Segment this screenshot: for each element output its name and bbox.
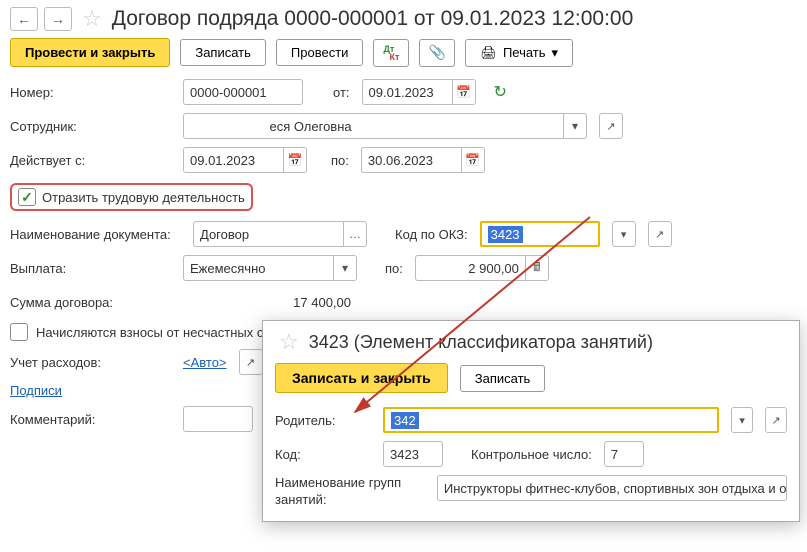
popup-save-button[interactable]: Записать — [460, 365, 546, 392]
row-docname: Наименование документа: Договор … Код по… — [0, 217, 807, 251]
from-label: от: — [329, 85, 354, 100]
popup-row-name: Наименование групп занятий: Инструкторы … — [263, 471, 799, 521]
favorite-star-icon[interactable]: ☆ — [82, 6, 102, 32]
account-open-button[interactable]: ↗ — [239, 349, 263, 375]
calendar-icon[interactable]: 📅 — [461, 147, 485, 173]
nav-forward-button[interactable]: → — [44, 7, 72, 31]
comment-label: Комментарий: — [10, 412, 175, 427]
docname-label: Наименование документа: — [10, 227, 185, 242]
employee-field[interactable]: еся Олеговна — [183, 113, 563, 139]
row-number: Номер: 0000-000001 от: 09.01.2023 📅 ↻ — [0, 75, 807, 109]
post-and-close-button[interactable]: Провести и закрыть — [10, 38, 170, 67]
popup-toolbar: Записать и закрыть Записать — [263, 359, 799, 403]
reflect-activity-checkbox[interactable]: ✓ — [18, 188, 36, 206]
valid-to-group: 30.06.2023 📅 — [361, 147, 485, 173]
payment-label: Выплата: — [10, 261, 175, 276]
popup-code-field[interactable]: 3423 — [383, 441, 443, 467]
save-button[interactable]: Записать — [180, 39, 266, 66]
popup-parent-dropdown[interactable]: ▾ — [731, 407, 753, 433]
account-link[interactable]: <Авто> — [183, 355, 227, 370]
popup-row-code: Код: 3423 Контрольное число: 7 — [263, 437, 799, 471]
popup-check-field[interactable]: 7 — [604, 441, 644, 467]
printer-icon: 🖨 — [480, 45, 497, 61]
valid-from-field[interactable]: 09.01.2023 — [183, 147, 283, 173]
page-title: Договор подряда 0000-000001 от 09.01.202… — [112, 7, 634, 31]
dtkt-icon: ДтКт — [383, 45, 399, 61]
amount-group: 2 900,00 🖩 — [415, 255, 549, 281]
accident-checkbox[interactable]: ✓ — [10, 323, 28, 341]
refresh-icon[interactable]: ↻ — [494, 82, 507, 102]
favorite-star-icon[interactable]: ☆ — [279, 329, 299, 355]
chevron-down-icon[interactable]: ▾ — [333, 255, 357, 281]
open-employee-button[interactable]: ↗ — [599, 113, 623, 139]
popup-check-label: Контрольное число: — [467, 447, 596, 462]
print-button[interactable]: 🖨 Печать ▾ — [465, 39, 573, 67]
nav-back-button[interactable]: ← — [10, 7, 38, 31]
total-value: 17 400,00 — [183, 289, 357, 315]
popup-title: 3423 (Элемент классификатора занятий) — [309, 332, 653, 353]
okz-open-button[interactable]: ↗ — [648, 221, 672, 247]
okz-element-dialog: ☆ 3423 (Элемент классификатора занятий) … — [262, 320, 800, 522]
row-valid: Действует с: 09.01.2023 📅 по: 30.06.2023… — [0, 143, 807, 177]
number-field[interactable]: 0000-000001 — [183, 79, 303, 105]
popup-name-label: Наименование групп занятий: — [275, 475, 429, 509]
docname-group: Договор … — [193, 221, 367, 247]
ellipsis-button[interactable]: … — [343, 221, 367, 247]
attach-button[interactable]: 📎 — [419, 39, 455, 67]
popup-parent-label: Родитель: — [275, 413, 375, 428]
total-label: Сумма договора: — [10, 295, 175, 310]
reflect-activity-checkbox-row: ✓ Отразить трудовую деятельность — [10, 183, 253, 211]
calendar-icon[interactable]: 📅 — [452, 79, 476, 105]
amount-field[interactable]: 2 900,00 — [415, 255, 525, 281]
signs-link[interactable]: Подписи — [10, 383, 62, 398]
valid-from-label: Действует с: — [10, 153, 175, 168]
calculator-icon[interactable]: 🖩 — [525, 255, 549, 281]
popup-parent-field[interactable]: 342 — [383, 407, 719, 433]
dtkt-button[interactable]: ДтКт — [373, 39, 409, 67]
popup-titlebar: ☆ 3423 (Элемент классификатора занятий) — [263, 321, 799, 359]
titlebar: ← → ☆ Договор подряда 0000-000001 от 09.… — [0, 0, 807, 34]
employee-group: еся Олеговна ▾ — [183, 113, 587, 139]
okz-label: Код по ОКЗ: — [391, 227, 472, 242]
valid-to-field[interactable]: 30.06.2023 — [361, 147, 461, 173]
payment-field[interactable]: Ежемесячно — [183, 255, 333, 281]
popup-code-label: Код: — [275, 447, 375, 462]
row-total: Сумма договора: 17 400,00 — [0, 285, 807, 319]
from-date-field[interactable]: 09.01.2023 — [362, 79, 452, 105]
paperclip-icon: 📎 — [429, 44, 446, 61]
okz-dropdown-button[interactable]: ▾ — [612, 221, 636, 247]
calendar-icon[interactable]: 📅 — [283, 147, 307, 173]
payment-group: Ежемесячно ▾ — [183, 255, 357, 281]
valid-from-group: 09.01.2023 📅 — [183, 147, 307, 173]
number-label: Номер: — [10, 85, 175, 100]
popup-save-close-button[interactable]: Записать и закрыть — [275, 363, 448, 393]
to-label: по: — [327, 153, 353, 168]
popup-name-field[interactable]: Инструкторы фитнес-клубов, спортивных зо… — [437, 475, 787, 501]
main-toolbar: Провести и закрыть Записать Провести ДтК… — [0, 34, 807, 75]
row-employee: Сотрудник: еся Олеговна ▾ ↗ — [0, 109, 807, 143]
account-label: Учет расходов: — [10, 355, 175, 370]
popup-row-parent: Родитель: 342 ▾ ↗ — [263, 403, 799, 437]
by-label: по: — [381, 261, 407, 276]
row-payment: Выплата: Ежемесячно ▾ по: 2 900,00 🖩 — [0, 251, 807, 285]
chevron-down-icon[interactable]: ▾ — [563, 113, 587, 139]
chevron-down-icon: ▾ — [552, 45, 559, 61]
reflect-activity-label: Отразить трудовую деятельность — [42, 190, 245, 205]
popup-parent-open[interactable]: ↗ — [765, 407, 787, 433]
employee-label: Сотрудник: — [10, 119, 175, 134]
post-button[interactable]: Провести — [276, 39, 364, 66]
docname-field[interactable]: Договор — [193, 221, 343, 247]
from-date-group: 09.01.2023 📅 — [362, 79, 476, 105]
comment-field[interactable] — [183, 406, 253, 432]
okz-field[interactable]: 3423 — [480, 221, 600, 247]
